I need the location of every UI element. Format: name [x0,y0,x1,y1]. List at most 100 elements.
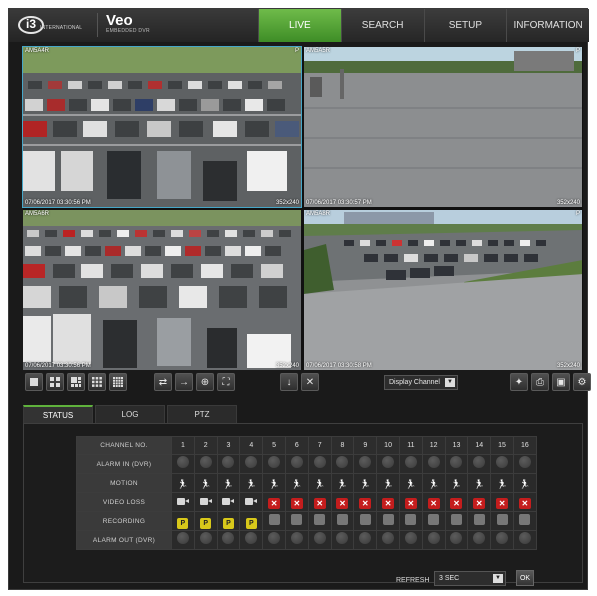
motion-icon: 🏃 [405,479,417,489]
status-indicator-icon [382,532,395,544]
video-loss-icon: ✕ [336,498,349,509]
status-indicator-icon [176,456,189,468]
camera-1-resolution: 352x240 [275,200,299,206]
channel-number: 16 [512,436,537,455]
camera-view-3[interactable]: AM5A6R 07/06/2017 03:30:56 PM 352x240 [23,210,301,370]
video-camera-icon [176,497,189,506]
camera-view-2[interactable]: AM5A5R P 07/06/2017 03:30:57 PM 352x240 [304,47,582,207]
channel-number: 12 [421,436,446,455]
layout-1-icon [30,378,38,386]
status-indicator-icon [245,456,258,468]
camera-1-timestamp: 07/06/2017 03:30:56 PM [25,200,91,206]
motion-icon: 🏃 [177,479,189,489]
status-cell: 🏃 [398,473,423,493]
status-cell [239,530,264,550]
status-cell [376,454,400,474]
sequence-button[interactable]: ⇄ [154,373,172,391]
status-cell [444,511,469,531]
tab-setup[interactable]: SETUP [423,9,507,42]
camera-3-feed [23,210,301,370]
camera-4-name: AM5A8R [306,211,331,217]
channel-number: 9 [353,436,378,455]
status-row-label: ALARM IN (DVR) [76,454,172,474]
video-loss-icon: ✕ [518,498,531,509]
status-cell [171,530,195,550]
status-indicator-icon [336,532,349,544]
refresh-select[interactable]: 3 SEC ▼ [434,571,506,586]
header-bar: i3 INTERNATIONAL Veo EMBEDDED DVR LIVE S… [9,9,589,42]
main-nav: LIVE SEARCH SETUP INFORMATION [258,9,589,42]
tab-log[interactable]: LOG [95,405,165,423]
camera-4-flag: P [575,211,580,217]
display-channel-select[interactable]: Display Channel ▼ [384,375,458,390]
tab-status[interactable]: STATUS [23,405,93,423]
zoom-icon: ⊕ [200,376,210,388]
camera-view-4[interactable]: AM5A8R P 07/06/2017 03:30:58 PM 352x240 [304,210,582,370]
recording-off-icon [314,514,326,525]
status-cell [444,530,469,550]
status-cell [216,530,241,550]
camera-4-feed [304,210,582,370]
zoom-button[interactable]: ⊕ [196,373,214,391]
status-cell [330,530,355,550]
motion-icon: 🏃 [268,479,280,489]
status-row-motion: MOTION 🏃 🏃 🏃 🏃 🏃 🏃 🏃 🏃 🏃 🏃 🏃 🏃 🏃 🏃 🏃 🏃 [76,473,537,493]
refresh-value: 3 SEC [439,575,460,582]
veo-brand: Veo EMBEDDED DVR [97,13,177,37]
status-cell: P [193,511,218,531]
status-cell [307,530,332,550]
status-cell [239,492,264,512]
recording-on-icon: P [200,518,212,529]
next-button[interactable]: → [175,373,193,391]
channel-number: 4 [239,436,264,455]
mute-button[interactable]: ✕ [301,373,319,391]
fullscreen-button[interactable]: ⛶ [217,373,235,391]
ok-button[interactable]: OK [516,570,534,586]
status-cell [330,511,355,531]
printer-icon: ⎙ [536,376,544,388]
status-indicator-icon [245,532,258,544]
status-cell [490,454,514,474]
camera-grid: AM5A4R P 07/06/2017 03:30:56 PM 352x240 … [22,46,583,370]
recording-off-icon [382,514,394,525]
tab-information[interactable]: INFORMATION [506,9,589,42]
status-cell [444,454,469,474]
ptz-button[interactable]: ✦ [510,373,528,391]
tab-search[interactable]: SEARCH [340,9,424,42]
status-indicator-icon [290,456,303,468]
motion-icon: 🏃 [336,479,349,489]
layout-16-button[interactable] [109,373,127,391]
layout-1-button[interactable] [25,373,43,391]
layout-9-button[interactable] [88,373,106,391]
video-camera-icon [222,497,235,506]
camera-1-feed [23,47,301,207]
layout-6-button[interactable] [67,373,85,391]
snapshot-button[interactable]: ▣ [552,373,570,391]
status-cell [421,454,446,474]
tab-ptz[interactable]: PTZ [167,405,237,423]
status-cell [193,530,218,550]
camera-view-1[interactable]: AM5A4R P 07/06/2017 03:30:56 PM 352x240 [22,46,302,208]
status-indicator-icon [382,456,395,468]
layout-4-button[interactable] [46,373,64,391]
status-cell [490,511,514,531]
status-indicator-icon [450,532,463,544]
layout-9-icon [92,377,102,387]
sequence-icon: ⇄ [158,376,168,388]
status-cell [467,530,492,550]
status-cell: 🏃 [262,473,286,493]
video-camera-icon [245,497,258,506]
motion-icon: 🏃 [382,479,394,489]
status-cell: 🏃 [376,473,400,493]
microphone-button[interactable]: ↓ [280,373,298,391]
status-indicator-icon [473,532,486,544]
status-panel: CHANNEL NO. 1 2 3 4 5 6 7 8 9 10 11 12 13 14 15 16 ALARM … [23,423,583,586]
speaker-mute-icon: ✕ [305,376,315,388]
status-indicator-icon [359,456,372,468]
settings-button[interactable]: ⚙ [573,373,591,391]
print-button[interactable]: ⎙ [531,373,549,391]
status-cell: ✕ [262,492,286,512]
tab-live[interactable]: LIVE [258,9,341,42]
channel-number: 15 [490,436,514,455]
status-indicator-icon [290,532,303,544]
